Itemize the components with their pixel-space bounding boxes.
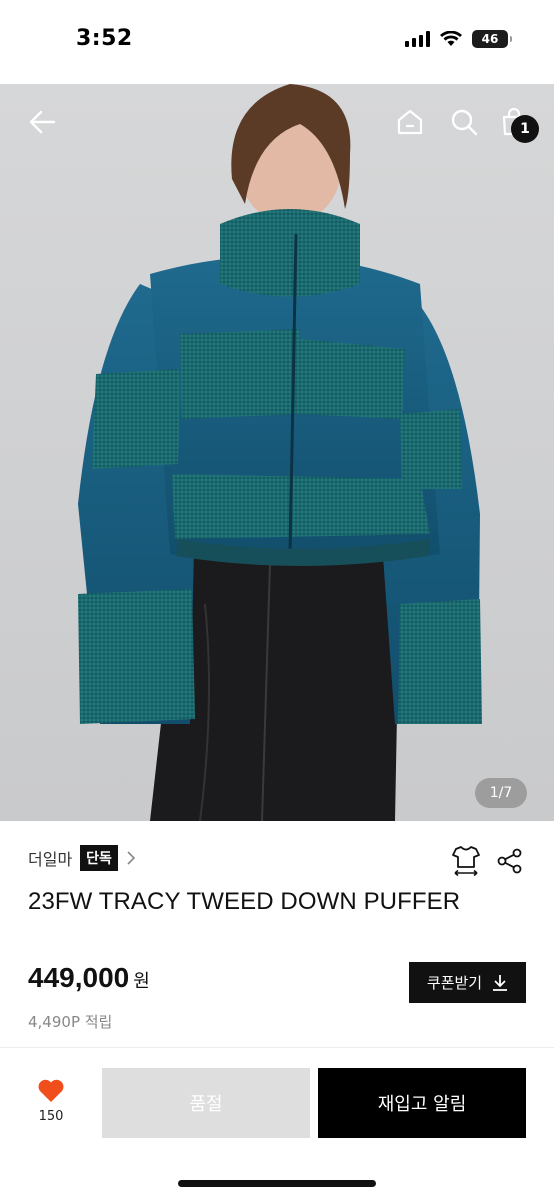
like-count: 150 (38, 1109, 64, 1124)
share-button[interactable] (494, 845, 526, 877)
tshirt-size-icon (452, 846, 480, 876)
home-button[interactable] (390, 102, 430, 142)
search-icon (451, 109, 478, 136)
divider (0, 1047, 554, 1048)
restock-alert-button[interactable]: 재입고 알림 (318, 1068, 526, 1138)
back-arrow-icon (29, 110, 56, 134)
reward-points: 4,490P 적립 (28, 1013, 113, 1031)
share-icon (497, 848, 522, 874)
status-bar: 3:52 46 (0, 0, 554, 84)
chevron-right-icon (126, 850, 136, 866)
search-button[interactable] (444, 102, 484, 142)
like-button[interactable]: 150 (28, 1078, 74, 1134)
heart-icon (38, 1079, 64, 1102)
status-icons: 46 (405, 30, 512, 48)
brand-link[interactable]: 더일마 단독 (28, 845, 136, 871)
cart-count-badge: 1 (511, 115, 539, 143)
product-title: 23FW TRACY TWEED DOWN PUFFER (28, 888, 461, 915)
image-page-indicator: 1/7 (475, 778, 527, 808)
exclusive-badge: 단독 (80, 845, 118, 871)
download-icon (493, 974, 508, 991)
price-value: 449,000 (28, 962, 130, 993)
coupon-download-button[interactable]: 쿠폰받기 (409, 962, 526, 1003)
brand-name: 더일마 (28, 850, 73, 869)
price: 449,000 원 (28, 962, 150, 994)
coupon-label: 쿠폰받기 (426, 974, 483, 992)
home-icon (397, 109, 423, 135)
battery-level: 46 (481, 32, 499, 46)
wifi-icon (440, 31, 462, 46)
home-indicator (178, 1180, 376, 1187)
price-unit: 원 (133, 971, 150, 992)
size-guide-button[interactable] (450, 843, 482, 877)
product-photo (0, 84, 554, 821)
product-image-carousel[interactable]: 1 1/7 (0, 84, 554, 821)
status-time: 3:52 (76, 26, 133, 51)
cellular-signal-icon (405, 31, 430, 47)
soldout-button: 품절 (102, 1068, 310, 1138)
back-button[interactable] (22, 102, 62, 142)
battery-icon: 46 (472, 30, 512, 48)
